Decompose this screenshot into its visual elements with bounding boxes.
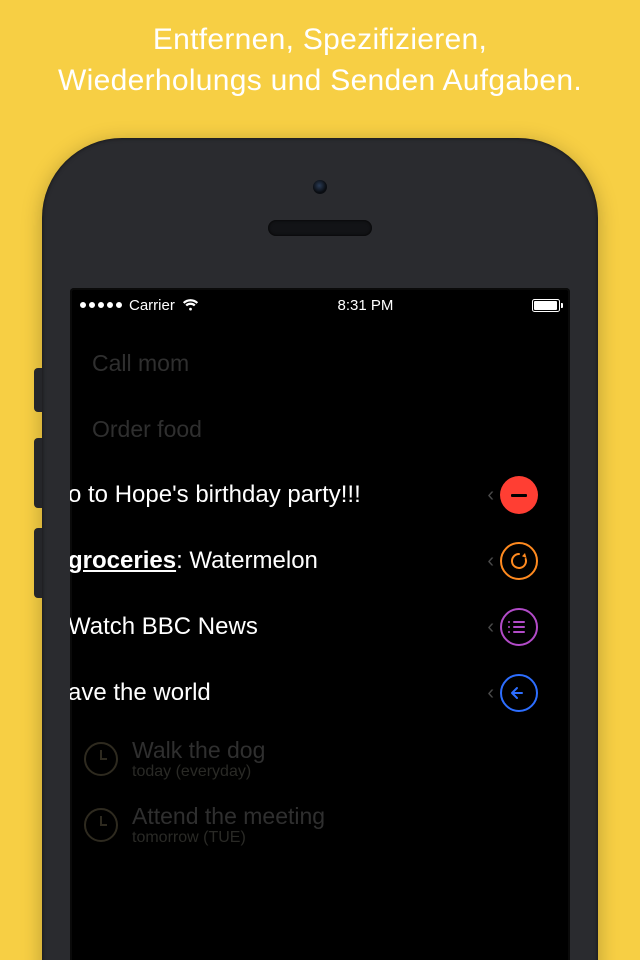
row-actions: ‹ <box>487 542 538 580</box>
task-row-dim[interactable]: Call mom <box>70 330 570 396</box>
details-button[interactable] <box>500 608 538 646</box>
task-title: Walk the dog <box>132 737 265 763</box>
delete-button[interactable] <box>500 476 538 514</box>
camera-dot <box>313 180 327 194</box>
clock-icon <box>84 742 118 776</box>
task-row-dim[interactable]: Order food <box>70 396 570 462</box>
chevron-left-icon: ‹ <box>487 550 494 573</box>
row-actions: ‹ <box>487 608 538 646</box>
task-title: o to Hope's birthday party!!! <box>70 481 361 509</box>
chevron-left-icon: ‹ <box>487 616 494 639</box>
clock-icon <box>84 808 118 842</box>
battery-icon <box>532 299 560 312</box>
task-subtitle: today (everyday) <box>132 763 265 781</box>
wifi-icon <box>182 299 199 312</box>
phone-frame: Carrier 8:31 PM Call mom Order food o to… <box>42 138 598 960</box>
task-prefix: groceries <box>70 547 176 574</box>
phone-screen: Carrier 8:31 PM Call mom Order food o to… <box>70 288 570 960</box>
repeat-button[interactable] <box>500 542 538 580</box>
task-row-scheduled[interactable]: Attend the meeting tomorrow (TUE) <box>70 792 570 858</box>
row-actions: ‹ <box>487 674 538 712</box>
task-row[interactable]: ave the world ‹ <box>70 660 546 726</box>
send-button[interactable] <box>500 674 538 712</box>
task-title: Call mom <box>92 350 189 377</box>
chevron-left-icon: ‹ <box>487 682 494 705</box>
promo-line-2: Wiederholungs und Senden Aufgaben. <box>58 64 582 97</box>
status-bar: Carrier 8:31 PM <box>70 288 570 322</box>
chevron-left-icon: ‹ <box>487 484 494 507</box>
task-title: Watch BBC News <box>70 613 258 641</box>
promo-heading: Entfernen, Spezifizieren, Wiederholungs … <box>0 0 640 101</box>
task-row[interactable]: Watch BBC News ‹ <box>70 594 546 660</box>
row-actions: ‹ <box>487 476 538 514</box>
task-row-scheduled[interactable]: Walk the dog today (everyday) <box>70 726 570 792</box>
task-list[interactable]: Call mom Order food o to Hope's birthday… <box>70 322 570 858</box>
volume-button <box>34 528 42 598</box>
task-title: ave the world <box>70 679 211 707</box>
task-title: Attend the meeting <box>132 803 325 829</box>
task-rest: : Watermelon <box>176 547 318 574</box>
task-title: Order food <box>92 416 202 443</box>
speaker-grille <box>268 220 372 236</box>
status-left: Carrier <box>80 297 199 314</box>
task-row[interactable]: groceries: Watermelon ‹ <box>70 528 546 594</box>
clock-label: 8:31 PM <box>337 297 393 314</box>
promo-line-1: Entfernen, Spezifizieren, <box>153 23 487 56</box>
signal-dots-icon <box>80 302 122 308</box>
carrier-label: Carrier <box>129 297 175 314</box>
status-right <box>532 299 560 312</box>
task-row[interactable]: o to Hope's birthday party!!! ‹ <box>70 462 546 528</box>
task-subtitle: tomorrow (TUE) <box>132 829 325 847</box>
